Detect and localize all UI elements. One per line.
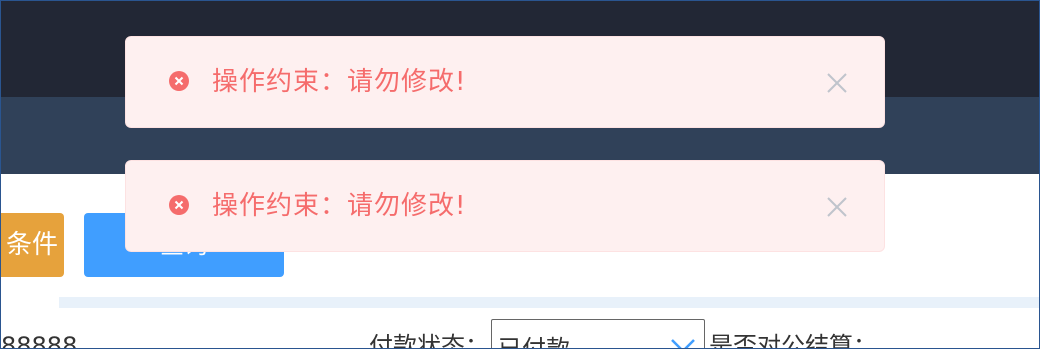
app-window: 条件 查询 88888 付款状态： 已付款 是否对公结算： 操作约束：请勿修改!… [0, 0, 1040, 349]
settlement-label: 是否对公结算： [709, 332, 877, 349]
payment-status-label: 付款状态： [369, 332, 489, 349]
tab-left-gap [1, 297, 59, 307]
payment-status-select[interactable]: 已付款 [491, 319, 705, 349]
toast-message: 操作约束：请勿修改! [212, 67, 467, 97]
error-circle-icon [169, 71, 189, 91]
error-toast-2: 操作约束：请勿修改! [125, 160, 885, 252]
tab-bar [59, 297, 1039, 308]
condition-button[interactable]: 条件 [1, 213, 64, 277]
close-icon[interactable] [826, 72, 848, 94]
error-circle-icon [169, 195, 189, 215]
close-icon[interactable] [826, 196, 848, 218]
chevron-down-icon [671, 339, 695, 348]
payment-status-value: 已付款 [498, 335, 570, 349]
order-number-value: 88888 [1, 332, 78, 349]
toast-message: 操作约束：请勿修改! [212, 191, 467, 221]
error-toast-1: 操作约束：请勿修改! [125, 36, 885, 128]
